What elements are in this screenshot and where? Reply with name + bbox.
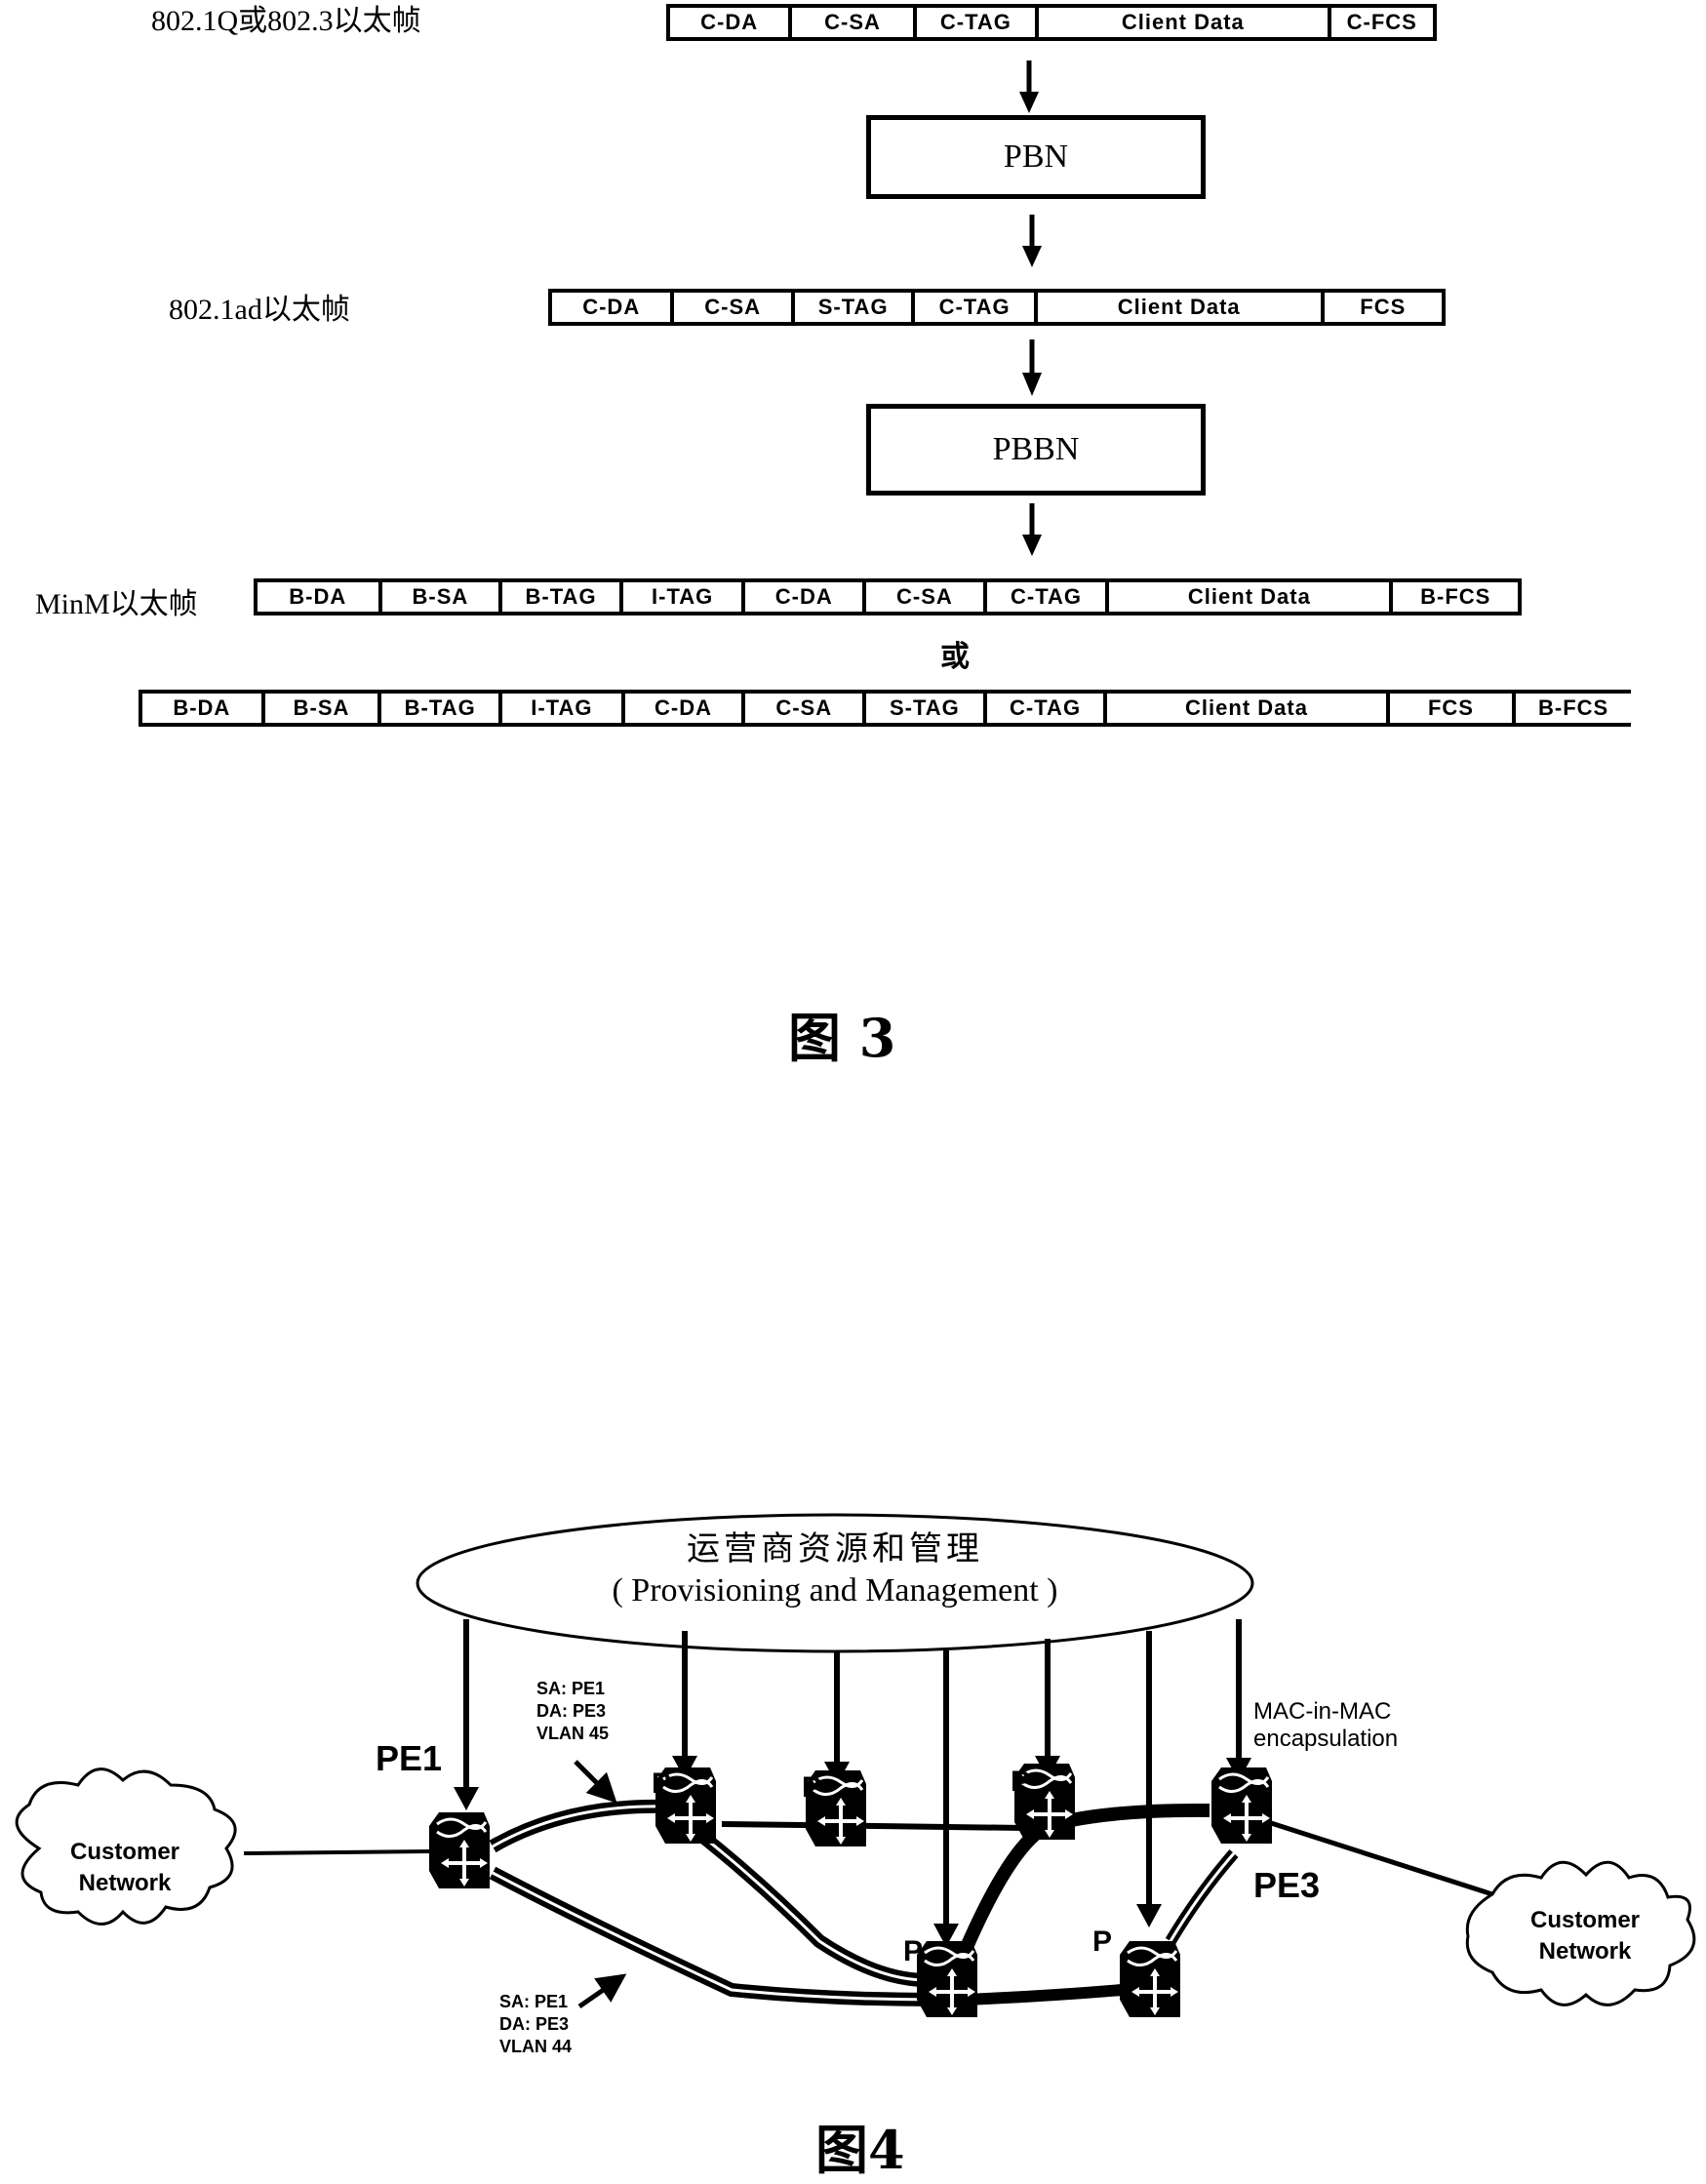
field-client-data: Client Data [1039, 8, 1331, 37]
pbbn-box: PBBN [866, 404, 1206, 496]
lower-path-vlan: VLAN 44 [499, 2037, 572, 2056]
field-c-da: C-DA [624, 694, 746, 723]
field-fcs: FCS [1324, 293, 1446, 322]
encapsulation-line1: MAC-in-MAC [1253, 1698, 1391, 1725]
field-c-fcs: C-FCS [1330, 8, 1437, 37]
frame-minm: B-DA B-SA B-TAG I-TAG C-DA C-SA C-TAG Cl… [254, 578, 1523, 615]
field-b-fcs: B-FCS [1516, 694, 1631, 723]
management-title-en: ( Provisioning and Management ) [612, 1572, 1058, 1608]
pe3-label: PE3 [1253, 1865, 1320, 1905]
field-c-sa: C-SA [866, 582, 987, 612]
lower-path-sa: SA: PE1 [499, 1992, 568, 2011]
cloud-left-line2: Network [79, 1870, 172, 1896]
cloud-right-line2: Network [1539, 1938, 1632, 1965]
field-client-data: Client Data [1109, 582, 1394, 612]
field-b-sa: B-SA [264, 694, 382, 723]
field-b-tag: B-TAG [502, 582, 623, 612]
upper-path-sa: SA: PE1 [536, 1679, 605, 1698]
field-b-da: B-DA [142, 694, 265, 723]
frame-label-minm: MinM以太帧 [35, 588, 198, 620]
field-c-da: C-DA [670, 8, 793, 37]
arrow-down-icon [1022, 339, 1042, 396]
p-node-label: P [903, 1935, 923, 1967]
field-c-tag: C-TAG [986, 694, 1108, 723]
p-node-label: P [652, 1767, 671, 1800]
frame-label-8021q: 802.1Q或802.3以太帧 [151, 5, 421, 37]
encapsulation-line2: encapsulation [1253, 1726, 1398, 1752]
figure-4-caption: 图4 [815, 2119, 905, 2181]
field-c-da: C-DA [552, 293, 675, 322]
arrow-down-icon [1022, 215, 1042, 267]
frame-8021q: C-DA C-SA C-TAG Client Data C-FCS [666, 4, 1437, 41]
field-b-sa: B-SA [381, 582, 503, 612]
field-i-tag: I-TAG [622, 582, 746, 612]
frame-8021ad: C-DA C-SA S-TAG C-TAG Client Data FCS [548, 289, 1446, 326]
field-c-sa: C-SA [792, 8, 917, 37]
field-c-da: C-DA [745, 582, 867, 612]
pe1-label: PE1 [376, 1738, 442, 1778]
annotation-arrow-icon [577, 1973, 627, 2009]
annotation-arrow-icon [574, 1760, 617, 1804]
field-c-sa: C-SA [674, 293, 795, 322]
field-fcs: FCS [1389, 694, 1517, 723]
frame-minm-alt: B-DA B-SA B-TAG I-TAG C-DA C-SA S-TAG C-… [139, 690, 1631, 727]
arrow-down-icon [1019, 60, 1039, 113]
p-node-label: P [1092, 1926, 1112, 1958]
arrow-down-icon [1022, 503, 1042, 556]
cloud-right-line1: Customer [1530, 1907, 1640, 1933]
field-client-data: Client Data [1037, 293, 1325, 322]
lower-path-da: DA: PE3 [499, 2014, 569, 2034]
frame-label-8021ad: 802.1ad以太帧 [169, 294, 350, 326]
field-c-tag: C-TAG [915, 293, 1038, 322]
field-b-tag: B-TAG [381, 694, 503, 723]
field-s-tag: S-TAG [866, 694, 987, 723]
field-c-tag: C-TAG [916, 8, 1040, 37]
management-title-cn: 运营商资源和管理 [687, 1531, 983, 1568]
pe1-switch-icon [427, 1810, 492, 1890]
field-c-sa: C-SA [745, 694, 867, 723]
cloud-left-line1: Customer [70, 1839, 179, 1865]
p-switch-icon [1118, 1939, 1182, 2019]
customer-network-cloud-left: Customer Network [15, 1767, 237, 1926]
pbn-box: PBN [866, 115, 1206, 199]
field-c-tag: C-TAG [986, 582, 1110, 612]
field-b-da: B-DA [258, 582, 382, 612]
field-b-fcs: B-FCS [1393, 582, 1523, 612]
pe3-switch-icon [1210, 1766, 1274, 1846]
customer-network-cloud-right: Customer Network [1465, 1860, 1696, 2006]
p-node-label: P [802, 1771, 821, 1804]
upper-path-da: DA: PE3 [536, 1701, 606, 1721]
field-s-tag: S-TAG [794, 293, 916, 322]
p-switch-icon [915, 1939, 979, 2019]
or-label: 或 [940, 641, 970, 673]
upper-path-vlan: VLAN 45 [536, 1724, 609, 1743]
p-node-label: P [1011, 1766, 1030, 1798]
field-i-tag: I-TAG [502, 694, 625, 723]
field-client-data: Client Data [1107, 694, 1390, 723]
figure-3-caption: 图 3 [788, 1007, 896, 1069]
